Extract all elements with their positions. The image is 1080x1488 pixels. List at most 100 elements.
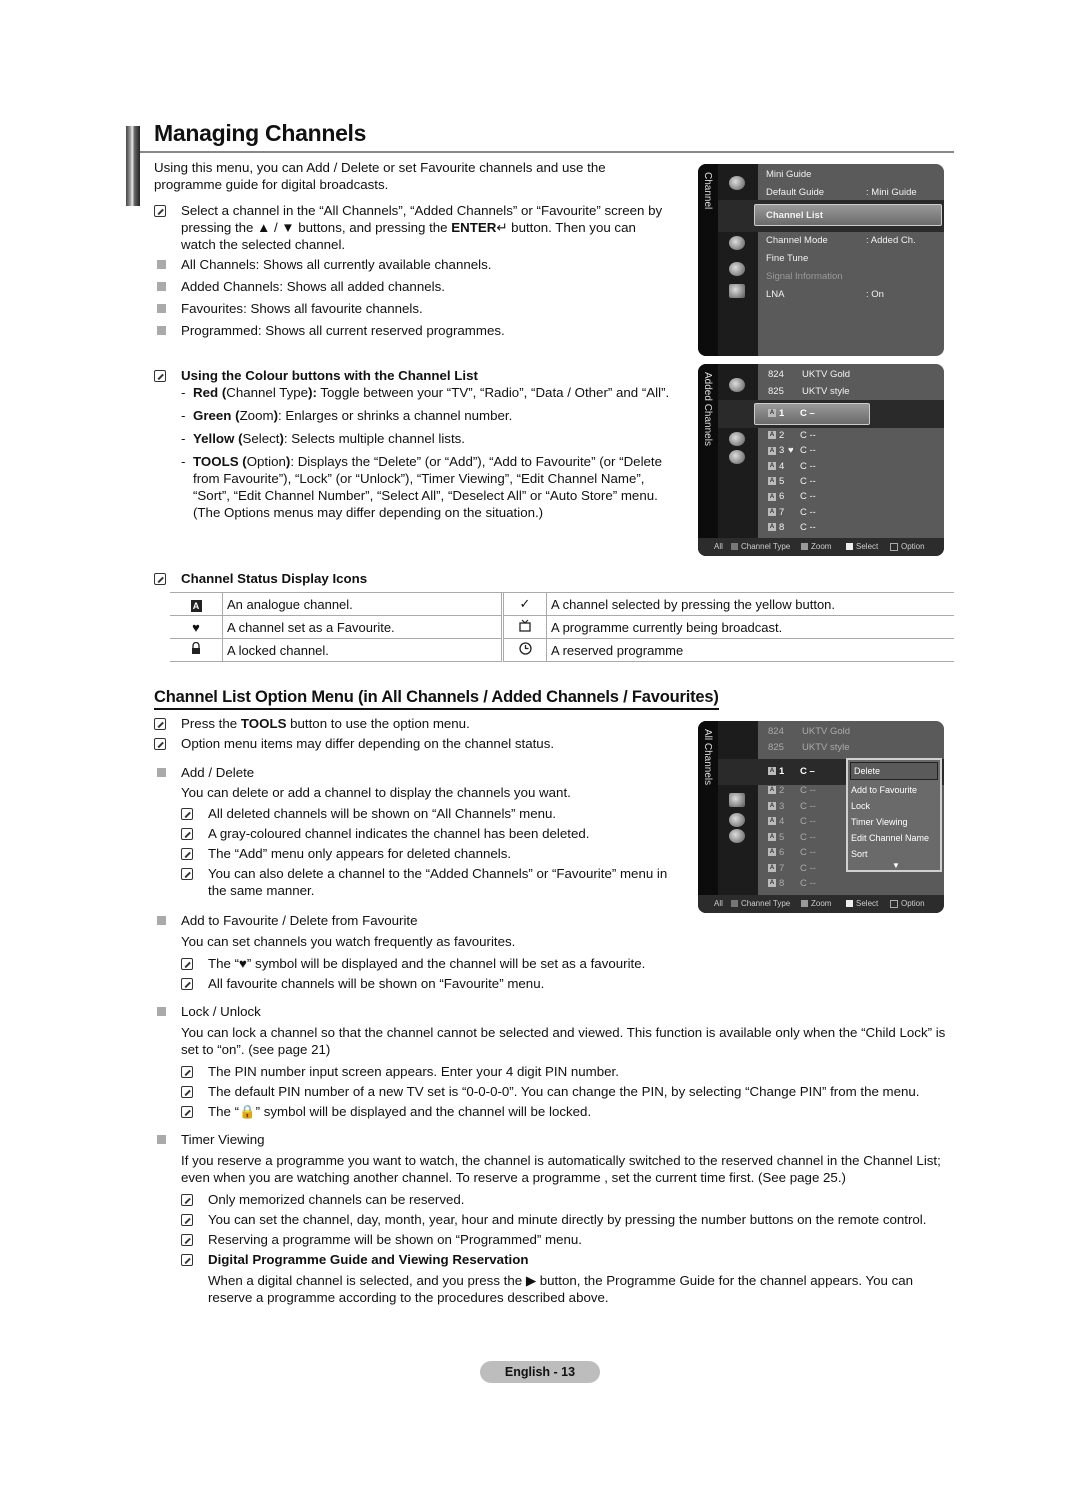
channel-number: 7 — [779, 506, 785, 518]
channel-number: 4 — [779, 460, 785, 472]
status-icons-table: A An analogue channel. ✓ A channel selec… — [170, 592, 954, 662]
footer-label: Select — [856, 542, 879, 551]
menu-item-fine-tune[interactable]: Fine Tune — [766, 253, 808, 264]
analogue-icon: A — [768, 879, 776, 888]
channel-number: 5 — [779, 831, 785, 843]
note-item: The “♥” symbol will be displayed and the… — [181, 955, 954, 972]
popup-item-sort[interactable]: Sort — [848, 846, 940, 862]
channel-row[interactable]: A5 C -- — [768, 831, 816, 843]
menu-item-channel-list[interactable]: Channel List — [766, 210, 823, 221]
popup-item-lock[interactable]: Lock — [848, 798, 940, 814]
tv-channel-menu: Channel Mini Guide Default Guide : Mini … — [698, 164, 944, 356]
channel-name[interactable]: UKTV style — [802, 386, 850, 397]
menu-item-default-guide[interactable]: Default Guide — [766, 187, 824, 198]
footer-zoom[interactable]: Zoom — [801, 899, 831, 908]
popup-item-edit-channel-name[interactable]: Edit Channel Name — [848, 830, 940, 846]
cell-text: A channel selected by pressing the yello… — [546, 593, 954, 616]
menu-item-channel-mode[interactable]: Channel Mode — [766, 235, 828, 246]
channel-row[interactable]: A2 C -- — [768, 430, 816, 441]
section-marker-bar — [126, 126, 140, 206]
channel-row[interactable]: A6 C -- — [768, 491, 816, 503]
channel-row[interactable]: A5 C -- — [768, 476, 816, 487]
channel-row[interactable]: A6 C -- — [768, 847, 816, 858]
note-icon — [181, 808, 193, 820]
channel-row[interactable]: A1 C – — [768, 766, 815, 777]
channel-row[interactable]: A7 C -- — [768, 506, 816, 518]
channel-number[interactable]: 824 — [768, 369, 784, 380]
channel-number[interactable]: 825 — [768, 742, 784, 753]
channel-name: C – — [800, 408, 815, 419]
channel-row[interactable]: A4 C -- — [768, 816, 816, 827]
add-delete-section: Add / Delete You can delete or add a cha… — [154, 764, 684, 899]
bullet-icon — [157, 768, 166, 777]
channel-number[interactable]: 824 — [768, 726, 784, 737]
channel-row[interactable]: A7 C -- — [768, 863, 816, 874]
channel-name: C -- — [800, 506, 816, 518]
dpg-heading: Digital Programme Guide and Viewing Rese… — [208, 1252, 529, 1267]
scroll-down-icon[interactable]: ▼ — [892, 861, 900, 870]
favourite-title-row: Add to Favourite / Delete from Favourite — [154, 912, 954, 929]
channel-row[interactable]: A8 C -- — [768, 878, 816, 889]
channel-number: 8 — [779, 878, 785, 889]
menu-item-signal-information: Signal Information — [766, 271, 843, 282]
enter-icon: ↵ — [496, 220, 508, 235]
channel-row[interactable]: A3 C -- — [768, 801, 816, 812]
bullet-item: Added Channels: Shows all added channels… — [154, 278, 674, 300]
application-icon — [729, 284, 745, 298]
bullet-icon — [157, 260, 166, 269]
popup-item-delete[interactable]: Delete — [850, 762, 938, 780]
channel-name: C -- — [800, 816, 816, 827]
menu-item-lna[interactable]: LNA — [766, 289, 784, 300]
footer-channel-type[interactable]: Channel Type — [731, 542, 790, 551]
channel-name: C -- — [800, 475, 816, 487]
programmed-icon — [729, 829, 745, 843]
channel-name[interactable]: UKTV style — [802, 742, 850, 753]
footer-label: Zoom — [811, 899, 832, 908]
note-item: All deleted channels will be shown on “A… — [181, 805, 684, 822]
enter-label: ENTER — [451, 220, 497, 235]
all-channels-icon — [729, 378, 745, 392]
note-text: The “Add” menu only appears for deleted … — [208, 846, 512, 861]
footer-zoom[interactable]: Zoom — [801, 542, 831, 551]
channel-row[interactable]: A 3 ♥ C -- — [768, 445, 816, 456]
footer-channel-type[interactable]: Channel Type — [731, 899, 790, 908]
channel-row[interactable]: A2 C -- — [768, 785, 816, 796]
key-name: Option — [246, 454, 286, 469]
picture-icon — [729, 176, 745, 190]
channel-number[interactable]: 825 — [768, 386, 784, 397]
footer-select[interactable]: Select — [846, 542, 878, 551]
popup-item-timer-viewing[interactable]: Timer Viewing — [848, 814, 940, 830]
channel-number: 6 — [779, 491, 785, 503]
footer-option[interactable]: Option — [890, 542, 925, 551]
note-text: The “🔒” symbol will be displayed and the… — [208, 1104, 592, 1119]
popup-item-add-to-favourite[interactable]: Add to Favourite — [848, 782, 940, 798]
note-text: The PIN number input screen appears. Ent… — [208, 1064, 619, 1079]
channel-row[interactable]: A4 C -- — [768, 460, 816, 472]
channel-name[interactable]: UKTV Gold — [802, 726, 850, 737]
note-select-channel: Select a channel in the “All Channels”, … — [154, 202, 674, 253]
note-icon — [154, 573, 166, 585]
colour-buttons-section: Using the Colour buttons with the Channe… — [154, 367, 674, 521]
channel-name[interactable]: UKTV Gold — [802, 369, 850, 380]
footer-all: All — [714, 899, 723, 908]
yellow-button-icon — [846, 900, 853, 908]
colour-item-yellow: - Yellow (Select): Selects multiple chann… — [181, 431, 465, 446]
yellow-button-icon — [846, 543, 853, 551]
note-item: Reserving a programme will be shown on “… — [181, 1231, 954, 1248]
analogue-icon: A — [768, 507, 776, 516]
note-icon — [181, 1106, 193, 1118]
input-icon — [729, 262, 745, 276]
channel-row[interactable]: A1 C – — [768, 408, 815, 419]
footer-select[interactable]: Select — [846, 899, 878, 908]
bullet-text: All Channels: Shows all currently availa… — [181, 257, 492, 272]
channel-row[interactable]: A8 C -- — [768, 521, 816, 533]
note-bold: TOOLS — [240, 716, 287, 731]
tv-added-channels-list: Added Channels 824 UKTV Gold 825 UKTV st… — [698, 364, 944, 556]
tv-side-label: Added Channels — [702, 372, 713, 446]
menu-item-mini-guide[interactable]: Mini Guide — [766, 169, 811, 180]
channel-name: C -- — [800, 430, 816, 441]
channel-number: 8 — [779, 521, 785, 533]
footer-all: All — [714, 542, 723, 551]
lock-desc: You can lock a channel so that the chann… — [181, 1025, 946, 1057]
footer-option[interactable]: Option — [890, 899, 925, 908]
